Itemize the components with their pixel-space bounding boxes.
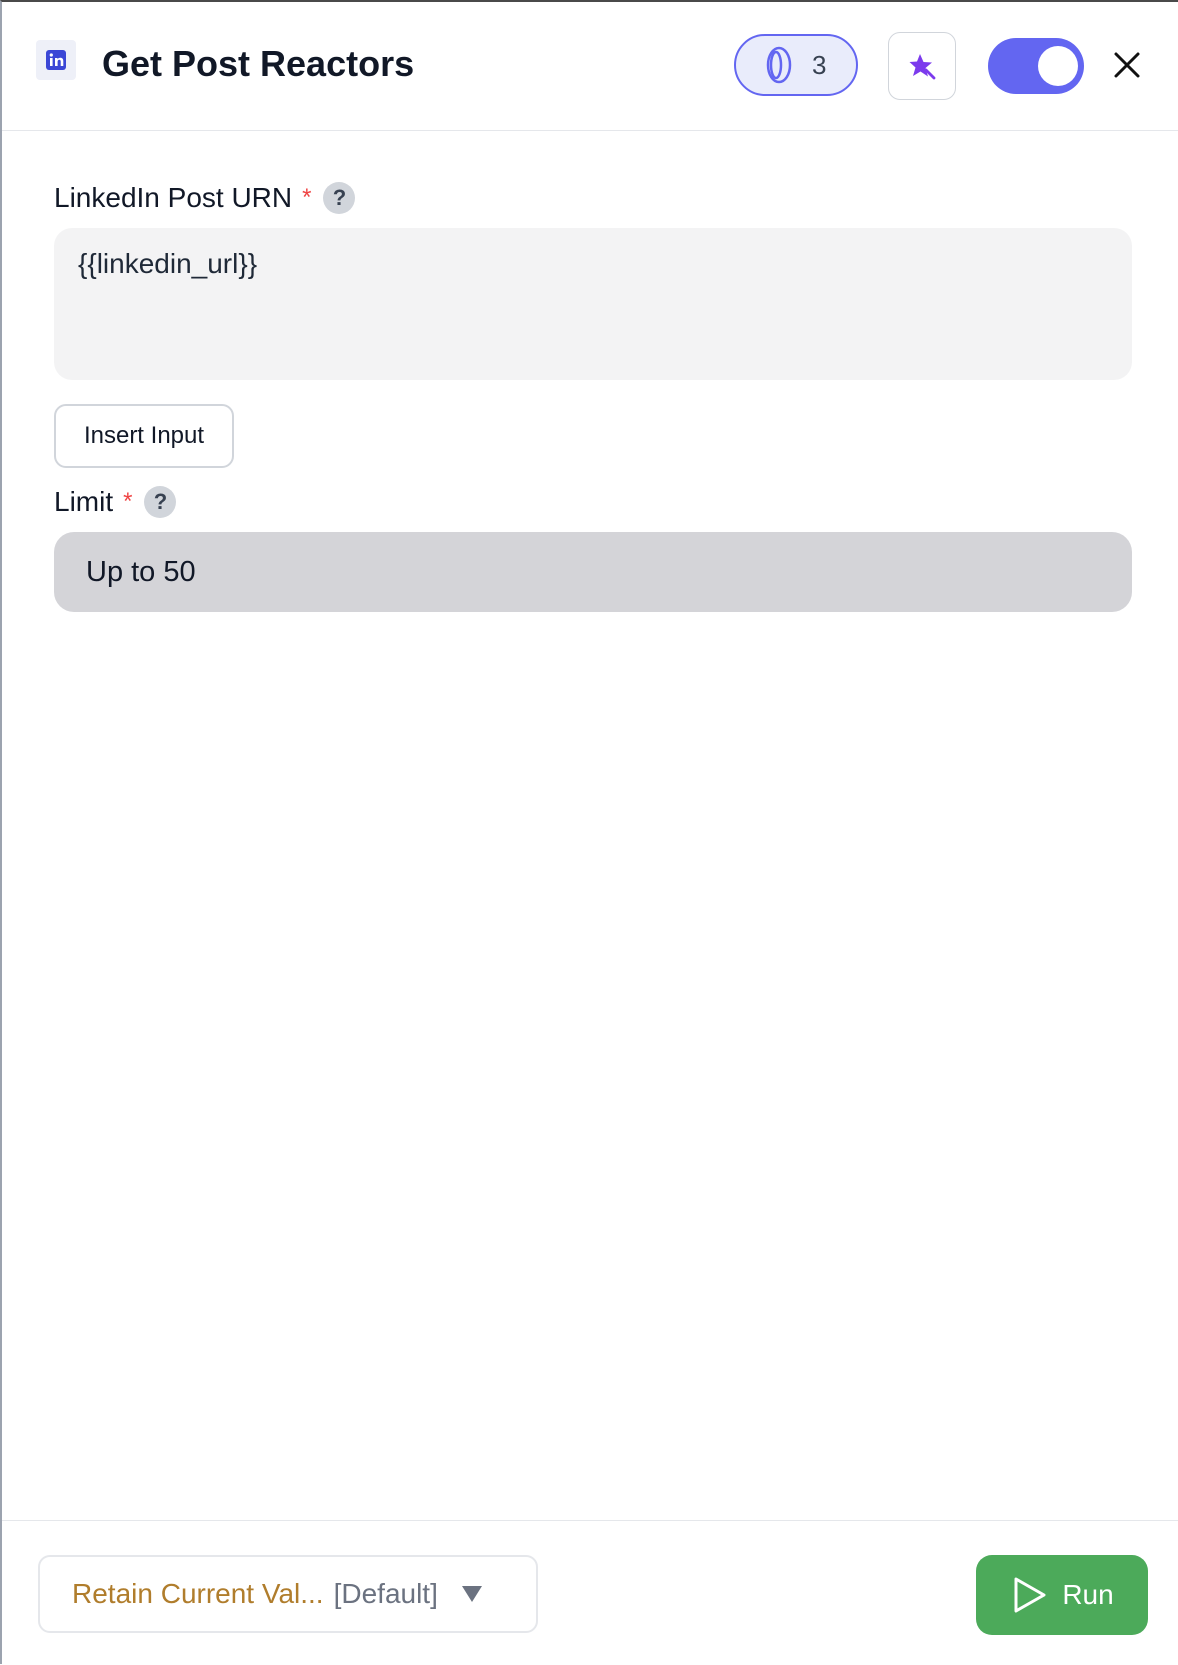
toggle-knob <box>1038 46 1078 86</box>
required-mark: * <box>302 184 312 211</box>
close-button[interactable] <box>1108 46 1146 84</box>
panel-header: Get Post Reactors 3 <box>2 2 1178 131</box>
insert-input-button[interactable]: Insert Input <box>54 404 234 468</box>
credits-badge[interactable]: 3 <box>734 34 858 96</box>
panel-footer: Retain Current Val... [Default] Run <box>2 1520 1178 1665</box>
required-mark: * <box>123 488 133 515</box>
retain-value-text: Retain Current Val... <box>72 1578 324 1609</box>
close-icon <box>1113 51 1141 79</box>
retain-value-dropdown[interactable]: Retain Current Val... [Default] <box>38 1555 538 1633</box>
sparkle-star-icon <box>907 51 937 81</box>
run-button[interactable]: Run <box>976 1555 1148 1635</box>
urn-field-label: LinkedIn Post URN * ? <box>54 182 356 214</box>
limit-value: Up to 50 <box>86 555 196 588</box>
limit-label-text: Limit <box>54 486 114 517</box>
limit-field-label: Limit * ? <box>54 486 177 518</box>
urn-label-text: LinkedIn Post URN <box>54 182 293 213</box>
linkedin-icon <box>36 40 76 80</box>
play-icon <box>1010 1575 1048 1615</box>
help-icon[interactable]: ? <box>144 486 177 518</box>
caret-down-icon <box>460 1584 484 1604</box>
urn-input[interactable]: {{linkedin_url}} <box>54 228 1132 380</box>
coin-icon <box>766 45 792 85</box>
help-icon[interactable]: ? <box>323 182 356 214</box>
retain-default-tag: [Default] <box>333 1578 438 1609</box>
node-config-panel: Get Post Reactors 3 LinkedIn Post URN * … <box>0 0 1178 1664</box>
ai-assist-button[interactable] <box>888 32 956 100</box>
page-title: Get Post Reactors <box>102 43 415 84</box>
run-label: Run <box>1062 1579 1114 1610</box>
limit-select[interactable]: Up to 50 <box>54 532 1132 612</box>
enable-toggle[interactable] <box>988 38 1084 94</box>
credits-count: 3 <box>812 49 827 80</box>
